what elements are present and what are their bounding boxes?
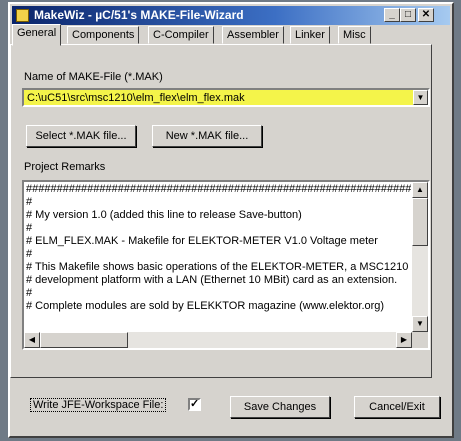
- tab-general[interactable]: General: [12, 24, 62, 46]
- maximize-button[interactable]: □: [400, 8, 416, 22]
- write-workspace-checkbox[interactable]: ✓: [188, 398, 201, 411]
- remarks-line: # development platform with a LAN (Ether…: [26, 274, 398, 286]
- makefile-value: C:\uC51\src\msc1210\elm_flex\elm_flex.ma…: [27, 92, 245, 104]
- cancel-exit-button[interactable]: Cancel/Exit: [354, 396, 440, 418]
- tab-c-compiler[interactable]: C-Compiler: [148, 26, 214, 44]
- scroll-left-icon[interactable]: ◀: [24, 332, 40, 348]
- remarks-line: #: [26, 287, 33, 299]
- scroll-corner: [412, 332, 428, 348]
- close-button[interactable]: ✕: [418, 8, 434, 22]
- remarks-line: #: [26, 248, 33, 260]
- horizontal-scroll-thumb[interactable]: [40, 332, 128, 348]
- remarks-line: # ELM_FLEX.MAK - Makefile for ELEKTOR-ME…: [26, 235, 378, 247]
- scroll-right-icon[interactable]: ▶: [396, 332, 412, 348]
- remarks-label: Project Remarks: [24, 161, 106, 173]
- makefile-combobox[interactable]: C:\uC51\src\msc1210\elm_flex\elm_flex.ma…: [22, 88, 430, 107]
- minimize-button[interactable]: _: [384, 8, 400, 22]
- scroll-down-icon[interactable]: ▼: [412, 316, 428, 332]
- remarks-line: # My version 1.0 (added this line to rel…: [26, 209, 302, 221]
- chevron-down-icon[interactable]: ▼: [413, 90, 428, 105]
- remarks-line: # Complete modules are sold by ELEKKTOR …: [26, 300, 385, 312]
- new-mak-button[interactable]: New *.MAK file...: [152, 125, 262, 147]
- remarks-textarea[interactable]: ########################################…: [22, 180, 430, 350]
- tab-components[interactable]: Components: [67, 26, 140, 44]
- tab-linker[interactable]: Linker: [290, 26, 330, 44]
- remarks-line: #: [26, 222, 33, 234]
- horizontal-scrollbar[interactable]: ◀ ▶: [24, 332, 412, 348]
- vertical-scrollbar[interactable]: ▲ ▼: [412, 182, 428, 332]
- title-bar[interactable]: MakeWiz - µC/51's MAKE-File-Wizard _ □ ✕: [12, 6, 450, 25]
- tab-misc[interactable]: Misc: [338, 26, 371, 44]
- remarks-line: #: [26, 196, 33, 208]
- scroll-up-icon[interactable]: ▲: [412, 182, 428, 198]
- remarks-text: ########################################…: [26, 183, 411, 333]
- window-title: MakeWiz - µC/51's MAKE-File-Wizard: [34, 8, 244, 22]
- remarks-line: # This Makefile shows basic operations o…: [26, 261, 409, 273]
- write-workspace-label: Write JFE-Workspace File:: [30, 398, 167, 412]
- remarks-line: ########################################…: [26, 183, 411, 195]
- vertical-scroll-thumb[interactable]: [412, 198, 428, 246]
- save-changes-button[interactable]: Save Changes: [230, 396, 330, 418]
- makefile-label: Name of MAKE-File (*.MAK): [24, 71, 163, 83]
- app-icon: [16, 9, 29, 22]
- select-mak-button[interactable]: Select *.MAK file...: [26, 125, 136, 147]
- tab-assembler[interactable]: Assembler: [222, 26, 284, 44]
